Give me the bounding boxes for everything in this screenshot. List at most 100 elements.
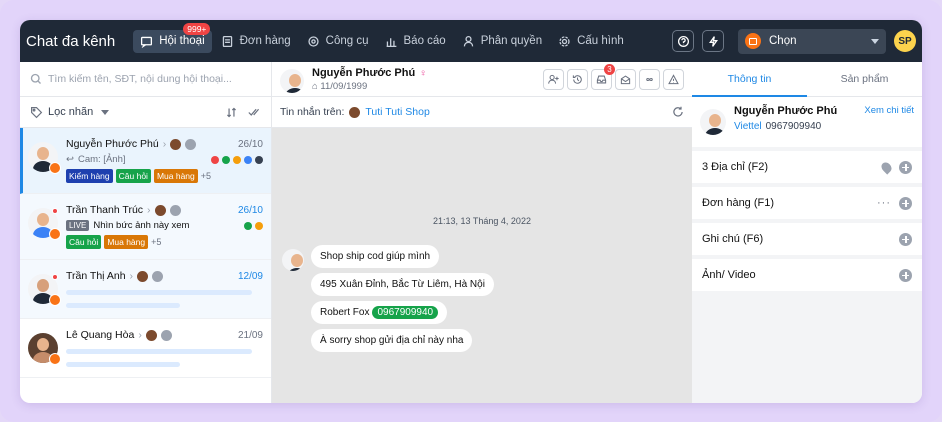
section-title: Đơn hàng (F1) xyxy=(702,197,775,209)
conversation-item[interactable]: Trần Thị Anh › 12/09 xyxy=(20,260,271,319)
messenger-icon xyxy=(244,155,252,164)
conversation-item[interactable]: Trần Thanh Trúc › 26/10 LIVE Nhìn bức ản… xyxy=(20,194,271,260)
last-message: Nhìn bức ảnh này xem xyxy=(93,220,190,231)
message-bubble[interactable]: Shop ship cod giúp mình xyxy=(311,245,440,268)
user-avatar[interactable]: SP xyxy=(894,30,916,52)
nav-label: Báo cáo xyxy=(403,35,446,47)
orders-section[interactable]: Đơn hàng (F1) ··· xyxy=(692,187,922,219)
cart-icon xyxy=(255,221,263,230)
filter-label[interactable]: Lọc nhãn xyxy=(48,106,93,118)
conversation-item[interactable]: Nguyễn Phước Phú › 26/10 ↩ Cam: [Ảnh] Ki… xyxy=(20,128,271,194)
add-icon[interactable] xyxy=(899,160,912,174)
add-icon[interactable] xyxy=(899,196,912,210)
mail-open-icon xyxy=(620,74,631,84)
nav-settings[interactable]: Cấu hình xyxy=(551,30,631,53)
nav-conversations[interactable]: Hội thoại 999+ xyxy=(133,22,212,53)
contact-avatar xyxy=(280,69,304,93)
message-bubble[interactable]: 495 Xuân Đỉnh, Bắc Từ Liêm, Hà Nội xyxy=(311,273,494,296)
nav-reports[interactable]: Báo cáo xyxy=(378,30,453,53)
contact-name: Nguyễn Phước Phú xyxy=(312,66,416,79)
chevron-right-icon: › xyxy=(147,204,151,216)
inbox-button[interactable]: 3 xyxy=(591,63,615,90)
tools-icon xyxy=(308,35,319,47)
shop-select[interactable]: Chọn xyxy=(738,28,886,54)
refresh-icon[interactable] xyxy=(672,106,684,118)
search-icon xyxy=(30,73,41,84)
unread-badge: 999+ xyxy=(183,22,211,35)
carrier-label: Viettel xyxy=(734,121,762,132)
add-icon[interactable] xyxy=(899,268,912,282)
conversation-name: Lê Quang Hòa xyxy=(66,329,135,341)
alert-icon xyxy=(211,155,219,164)
unread-dot xyxy=(52,208,58,214)
main-nav: Hội thoại 999+ Đơn hàng Công cụ Báo cáo … xyxy=(133,22,631,53)
media-section[interactable]: Ảnh/ Video xyxy=(692,259,922,291)
staff-icon xyxy=(169,204,181,216)
sender-avatar xyxy=(282,249,304,271)
nav-orders[interactable]: Đơn hàng xyxy=(214,30,298,53)
help-icon xyxy=(677,35,689,47)
infinity-icon xyxy=(646,77,653,81)
location-pin-icon[interactable] xyxy=(879,159,894,175)
conversation-time: 12/09 xyxy=(237,270,263,282)
message-bubble[interactable]: Robert Fox 0967909940 xyxy=(311,301,448,324)
tag-icon xyxy=(31,106,43,118)
add-user-button[interactable] xyxy=(543,68,564,90)
help-button[interactable] xyxy=(672,30,694,52)
info-tabs: Thông tin Sản phẩm xyxy=(692,62,922,97)
double-check-icon[interactable] xyxy=(248,106,261,119)
chevron-down-icon xyxy=(871,38,879,44)
sort-icon[interactable] xyxy=(225,106,238,119)
filter-actions xyxy=(225,106,261,119)
staff-avatar xyxy=(145,329,157,341)
search-bar[interactable]: Tìm kiếm tên, SĐT, nội dung hội thoại... xyxy=(20,62,271,97)
tab-products[interactable]: Sản phẩm xyxy=(807,62,922,96)
cart-icon xyxy=(233,155,241,164)
add-user-icon xyxy=(548,74,559,84)
conversation-name: Trần Thanh Trúc xyxy=(66,204,144,216)
shop-logo-icon xyxy=(745,33,761,49)
shop-name[interactable]: Tuti Tuti Shop xyxy=(365,106,429,118)
nav-label: Đơn hàng xyxy=(239,35,291,47)
conversation-name: Trần Thị Anh xyxy=(66,270,126,282)
link-button[interactable] xyxy=(639,68,660,90)
nav-tools[interactable]: Công cụ xyxy=(300,30,376,53)
chevron-right-icon: › xyxy=(138,329,142,341)
quick-action-button[interactable] xyxy=(702,30,724,52)
user-icon xyxy=(463,35,473,46)
customer-info-panel: Thông tin Sản phẩm Nguyễn Phước Phú Viet… xyxy=(692,62,922,403)
female-icon: ♀ xyxy=(419,67,427,79)
person-icon xyxy=(255,155,263,164)
unread-dot xyxy=(52,274,58,280)
more-tags-count: +5 xyxy=(200,171,212,181)
phone-number-chip[interactable]: 0967909940 xyxy=(372,306,439,319)
tab-info[interactable]: Thông tin xyxy=(692,62,807,97)
topbar-right: Chọn SP xyxy=(672,28,922,54)
avatar xyxy=(28,274,61,306)
warning-button[interactable] xyxy=(663,68,684,90)
conversation-item[interactable]: Lê Quang Hòa › 21/09 xyxy=(20,319,271,378)
chevron-down-icon[interactable] xyxy=(101,109,110,115)
loading-placeholder xyxy=(66,349,252,354)
staff-icon xyxy=(152,270,164,282)
search-placeholder[interactable]: Tìm kiếm tên, SĐT, nội dung hội thoại... xyxy=(48,73,232,85)
more-tags-count: +5 xyxy=(151,237,162,247)
nav-permissions[interactable]: Phân quyền xyxy=(455,30,549,53)
message-text: Robert Fox xyxy=(320,307,370,318)
view-details-link[interactable]: Xem chi tiết xyxy=(864,105,914,139)
message-bubble[interactable]: À sorry shop gửi địa chỉ này nha xyxy=(311,329,473,352)
address-section[interactable]: 3 Địa chỉ (F2) xyxy=(692,151,922,183)
shopee-badge-icon xyxy=(49,294,61,306)
history-button[interactable] xyxy=(567,68,588,90)
staff-avatar xyxy=(154,204,166,216)
chat-actions: 3 xyxy=(543,63,684,90)
add-icon[interactable] xyxy=(899,232,912,246)
message-timestamp: 21:13, 13 Tháng 4, 2022 xyxy=(433,216,531,226)
tag-chip: Kiểm hàng xyxy=(66,169,113,183)
tag-chip: Mua hàng xyxy=(153,169,198,183)
mail-button[interactable] xyxy=(615,68,636,90)
more-icon[interactable]: ··· xyxy=(877,197,891,209)
nav-label: Công cụ xyxy=(325,35,369,47)
notes-section[interactable]: Ghi chú (F6) xyxy=(692,223,922,255)
customer-card: Nguyễn Phước Phú Viettel 0967909940 Xem c… xyxy=(692,97,922,147)
